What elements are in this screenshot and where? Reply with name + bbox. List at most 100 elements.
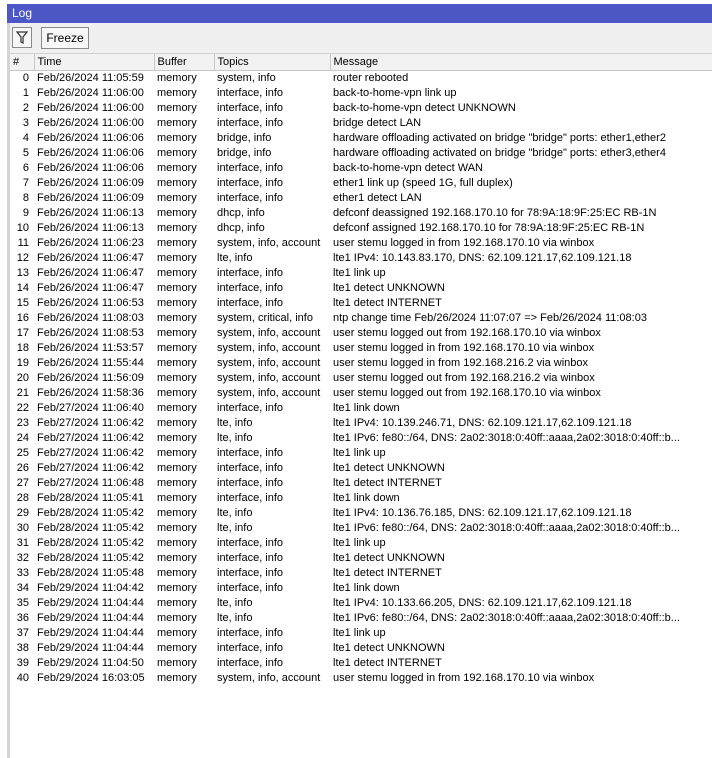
table-row[interactable]: 25 Feb/27/2024 11:06:42 memory interface, i… xyxy=(10,446,690,461)
table-row[interactable]: 14 Feb/26/2024 11:06:47 memory interface, i… xyxy=(10,281,690,296)
column-header-message[interactable]: Message xyxy=(330,54,691,71)
table-row[interactable]: 5 Feb/26/2024 11:06:06 memory bridge, info h… xyxy=(10,146,690,161)
table-row[interactable]: 9 Feb/26/2024 11:06:13 memory dhcp, info def… xyxy=(10,206,690,221)
cell-time: Feb/26/2024 11:06:09 xyxy=(37,192,144,204)
table-row[interactable]: 10 Feb/26/2024 11:06:13 memory dhcp, info de… xyxy=(10,221,690,236)
table-row[interactable]: 20 Feb/26/2024 11:56:09 memory system, info… xyxy=(10,371,690,386)
cell-topics: interface, info xyxy=(217,492,284,504)
table-row[interactable]: 1 Feb/26/2024 11:06:00 memory interface, in… xyxy=(10,86,690,101)
cell-topics: interface, info xyxy=(217,627,284,639)
cell-topics: system, info xyxy=(217,72,276,84)
cell-number: 27 xyxy=(16,477,29,489)
cell-buffer: memory xyxy=(157,627,197,639)
cell-time: Feb/26/2024 11:58:36 xyxy=(37,387,144,399)
cell-number: 37 xyxy=(16,627,29,639)
cell-number: 9 xyxy=(22,207,29,219)
cell-time: Feb/26/2024 11:05:59 xyxy=(37,72,144,84)
cell-number: 12 xyxy=(16,252,29,264)
table-row[interactable]: 12 Feb/26/2024 11:06:47 memory lte, info lte… xyxy=(10,251,690,266)
cell-topics: system, info, account xyxy=(217,372,321,384)
table-row[interactable]: 22 Feb/27/2024 11:06:40 memory interface, i… xyxy=(10,401,690,416)
table-row[interactable]: 28 Feb/28/2024 11:05:41 memory interface, i… xyxy=(10,491,690,506)
cell-buffer: memory xyxy=(157,672,197,684)
cell-number: 30 xyxy=(16,522,29,534)
table-row[interactable]: 40 Feb/29/2024 16:03:05 memory system, info… xyxy=(10,671,690,686)
cell-message: lte1 link up xyxy=(333,537,386,549)
table-row[interactable]: 21 Feb/26/2024 11:58:36 memory system, info… xyxy=(10,386,690,401)
filter-icon xyxy=(16,30,28,44)
cell-time: Feb/26/2024 11:06:13 xyxy=(37,222,144,234)
cell-message: lte1 detect UNKNOWN xyxy=(333,462,445,474)
table-row[interactable]: 7 Feb/26/2024 11:06:09 memory interface, in… xyxy=(10,176,690,191)
cell-topics: bridge, info xyxy=(217,147,272,159)
cell-time: Feb/29/2024 11:04:44 xyxy=(37,597,144,609)
cell-buffer: memory xyxy=(157,207,197,219)
column-header-topics[interactable]: Topics xyxy=(214,54,331,71)
cell-time: Feb/27/2024 11:06:42 xyxy=(37,432,144,444)
cell-topics: interface, info xyxy=(217,162,284,174)
table-row[interactable]: 16 Feb/26/2024 11:08:03 memory system, crit… xyxy=(10,311,690,326)
cell-buffer: memory xyxy=(157,72,197,84)
table-row[interactable]: 38 Feb/29/2024 11:04:44 memory interface, i… xyxy=(10,641,690,656)
cell-time: Feb/29/2024 11:04:50 xyxy=(37,657,144,669)
filter-button[interactable] xyxy=(12,27,32,48)
table-row[interactable]: 0 Feb/26/2024 11:05:59 memory system, info r… xyxy=(10,71,690,87)
column-header-buffer[interactable]: Buffer xyxy=(154,54,215,71)
cell-message: user stemu logged out from 192.168.216.2… xyxy=(333,372,595,384)
cell-message: lte1 detect INTERNET xyxy=(333,477,442,489)
table-row[interactable]: 3 Feb/26/2024 11:06:00 memory interface, in… xyxy=(10,116,690,131)
cell-message: router rebooted xyxy=(333,72,409,84)
cell-number: 8 xyxy=(22,192,29,204)
table-row[interactable]: 17 Feb/26/2024 11:08:53 memory system, info… xyxy=(10,326,690,341)
table-row[interactable]: 11 Feb/26/2024 11:06:23 memory system, info… xyxy=(10,236,690,251)
log-window: Log Freeze # Time Buffer Topics Message xyxy=(0,0,712,758)
table-row[interactable]: 35 Feb/29/2024 11:04:44 memory lte, info lte… xyxy=(10,596,690,611)
table-row[interactable]: 6 Feb/26/2024 11:06:06 memory interface, in… xyxy=(10,161,690,176)
table-row[interactable]: 30 Feb/28/2024 11:05:42 memory lte, info lte… xyxy=(10,521,690,536)
cell-message: lte1 detect UNKNOWN xyxy=(333,642,445,654)
cell-buffer: memory xyxy=(157,477,197,489)
table-row[interactable]: 29 Feb/28/2024 11:05:42 memory lte, info lte… xyxy=(10,506,690,521)
table-row[interactable]: 19 Feb/26/2024 11:55:44 memory system, info… xyxy=(10,356,690,371)
cell-message: defconf assigned 192.168.170.10 for 78:9… xyxy=(333,222,645,234)
cell-time: Feb/26/2024 11:08:53 xyxy=(37,327,144,339)
cell-time: Feb/28/2024 11:05:48 xyxy=(37,567,144,579)
freeze-button[interactable]: Freeze xyxy=(41,27,89,49)
table-row[interactable]: 15 Feb/26/2024 11:06:53 memory interface, i… xyxy=(10,296,690,311)
table-row[interactable]: 18 Feb/26/2024 11:53:57 memory system, info… xyxy=(10,341,690,356)
table-row[interactable]: 23 Feb/27/2024 11:06:42 memory lte, info lte… xyxy=(10,416,690,431)
column-header-number[interactable]: # xyxy=(10,54,35,71)
column-header-time[interactable]: Time xyxy=(34,54,155,71)
cell-buffer: memory xyxy=(157,147,197,159)
cell-number: 13 xyxy=(16,267,29,279)
window-title[interactable]: Log xyxy=(7,4,712,23)
table-row[interactable]: 36 Feb/29/2024 11:04:44 memory lte, info lte… xyxy=(10,611,690,626)
cell-buffer: memory xyxy=(157,387,197,399)
cell-number: 16 xyxy=(16,312,29,324)
table-row[interactable]: 4 Feb/26/2024 11:06:06 memory bridge, info h… xyxy=(10,131,690,146)
table-row[interactable]: 34 Feb/29/2024 11:04:42 memory interface, i… xyxy=(10,581,690,596)
cell-message: lte1 link down xyxy=(333,582,400,594)
table-row[interactable]: 13 Feb/26/2024 11:06:47 memory interface, i… xyxy=(10,266,690,281)
table-row[interactable]: 8 Feb/26/2024 11:06:09 memory interface, in… xyxy=(10,191,690,206)
cell-number: 19 xyxy=(16,357,29,369)
cell-number: 24 xyxy=(16,432,29,444)
cell-message: user stemu logged in from 192.168.170.10… xyxy=(333,342,595,354)
cell-topics: interface, info xyxy=(217,402,284,414)
table-row[interactable]: 32 Feb/28/2024 11:05:42 memory interface, i… xyxy=(10,551,690,566)
table-row[interactable]: 26 Feb/27/2024 11:06:42 memory interface, i… xyxy=(10,461,690,476)
table-row[interactable]: 39 Feb/29/2024 11:04:50 memory interface, i… xyxy=(10,656,690,671)
cell-message: user stemu logged in from 192.168.216.2 … xyxy=(333,357,588,369)
cell-buffer: memory xyxy=(157,222,197,234)
cell-topics: system, info, account xyxy=(217,357,321,369)
table-row[interactable]: 2 Feb/26/2024 11:06:00 memory interface, in… xyxy=(10,101,690,116)
table-row[interactable]: 37 Feb/29/2024 11:04:44 memory interface, i… xyxy=(10,626,690,641)
cell-topics: interface, info xyxy=(217,582,284,594)
table-row[interactable]: 31 Feb/28/2024 11:05:42 memory interface, i… xyxy=(10,536,690,551)
cell-topics: lte, info xyxy=(217,417,253,429)
table-row[interactable]: 33 Feb/28/2024 11:05:48 memory interface, i… xyxy=(10,566,690,581)
cell-message: lte1 link up xyxy=(333,267,386,279)
table-row[interactable]: 27 Feb/27/2024 11:06:48 memory interface, i… xyxy=(10,476,690,491)
cell-buffer: memory xyxy=(157,87,197,99)
table-row[interactable]: 24 Feb/27/2024 11:06:42 memory lte, info lte… xyxy=(10,431,690,446)
